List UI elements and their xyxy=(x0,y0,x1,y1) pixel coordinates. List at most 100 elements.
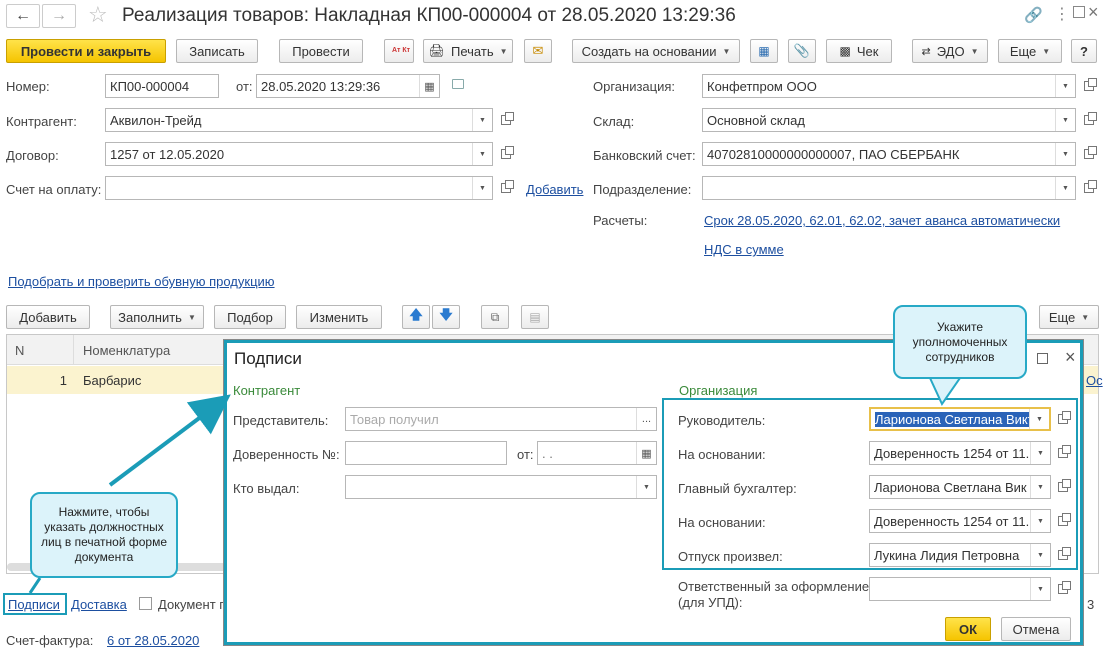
delivery-link[interactable]: Доставка xyxy=(71,597,127,612)
chevron-down-icon[interactable]: ▼ xyxy=(472,177,492,199)
poa-date-field[interactable]: . . ▦ xyxy=(537,441,657,465)
basis1-field[interactable]: Доверенность 1254 от 11. ▼ xyxy=(869,441,1051,465)
check-button[interactable]: ▩ Чек xyxy=(826,39,892,63)
paste-button[interactable]: ▤ xyxy=(521,305,549,329)
back-button[interactable]: ← xyxy=(6,4,40,28)
chevron-down-icon[interactable]: ▼ xyxy=(472,143,492,165)
arrow-up-icon: 🡅 xyxy=(409,307,423,322)
open-contract-icon[interactable] xyxy=(496,142,516,166)
comment-icon[interactable] xyxy=(452,79,464,89)
chevron-down-icon[interactable]: ▼ xyxy=(1055,109,1075,131)
table-change-button[interactable]: Изменить xyxy=(296,305,382,329)
table-select-button[interactable]: Подбор xyxy=(214,305,286,329)
column-header-n[interactable]: N xyxy=(15,343,24,358)
edo-button[interactable]: ⇄ ЭДО ▼ xyxy=(912,39,988,63)
document-checkbox[interactable] xyxy=(139,597,152,610)
structure-button[interactable]: ▦ xyxy=(750,39,778,63)
favorite-star-icon[interactable]: ☆ xyxy=(88,2,108,28)
open-head-icon[interactable] xyxy=(1053,407,1073,431)
chevron-down-icon[interactable]: ▼ xyxy=(1055,177,1075,199)
chevron-down-icon[interactable]: ▼ xyxy=(1055,143,1075,165)
settlements-link[interactable]: Срок 28.05.2020, 62.01, 62.02, зачет ава… xyxy=(704,213,1060,228)
open-division-icon[interactable] xyxy=(1079,176,1099,200)
forward-button[interactable]: → xyxy=(42,4,76,28)
head-field[interactable]: Ларионова Светлана Викт ▼ xyxy=(869,407,1051,431)
vat-link[interactable]: НДС в сумме xyxy=(704,242,784,257)
chief-accountant-field[interactable]: Ларионова Светлана Вик ▼ xyxy=(869,475,1051,499)
chevron-down-icon[interactable]: ▼ xyxy=(1030,442,1050,464)
print-button[interactable]: 🖨 Печать ▼ xyxy=(423,39,513,63)
table-add-button[interactable]: Добавить xyxy=(6,305,90,329)
counterparty-section-title: Контрагент xyxy=(233,383,301,398)
dialog-close-icon[interactable]: × xyxy=(1065,347,1076,368)
calendar-icon[interactable]: ▦ xyxy=(636,442,656,464)
counterparty-field[interactable]: Аквилон-Трейд ▼ xyxy=(105,108,493,132)
attach-button[interactable]: 📎 xyxy=(788,39,816,63)
division-field[interactable]: ▼ xyxy=(702,176,1076,200)
table-more-button[interactable]: Еще ▼ xyxy=(1039,305,1099,329)
responsible-field[interactable]: ▼ xyxy=(869,577,1051,601)
date-field[interactable]: 28.05.2020 13:29:36 ▦ xyxy=(256,74,440,98)
open-org-icon[interactable] xyxy=(1079,74,1099,98)
help-button[interactable]: ? xyxy=(1071,39,1097,63)
maximize-icon[interactable] xyxy=(1073,6,1085,18)
bank-field[interactable]: 40702810000000000007, ПАО СБЕРБАНК ▼ xyxy=(702,142,1076,166)
open-warehouse-icon[interactable] xyxy=(1079,108,1099,132)
open-released-by-icon[interactable] xyxy=(1053,543,1073,567)
number-field[interactable]: КП00-000004 xyxy=(105,74,219,98)
dtkt-button[interactable]: Ат Кт xyxy=(384,39,414,63)
close-icon[interactable]: × xyxy=(1088,2,1099,23)
contract-field[interactable]: 1257 от 12.05.2020 ▼ xyxy=(105,142,493,166)
released-by-field[interactable]: Лукина Лидия Петровна ▼ xyxy=(869,543,1051,567)
column-header-item[interactable]: Номенклатура xyxy=(83,343,170,358)
create-based-on-button[interactable]: Создать на основании ▼ xyxy=(572,39,740,63)
shoes-link[interactable]: Подобрать и проверить обувную продукцию xyxy=(8,274,275,289)
chevron-down-icon[interactable]: ▼ xyxy=(1030,476,1050,498)
open-responsible-icon[interactable] xyxy=(1053,577,1073,601)
representative-field[interactable]: Товар получил ... xyxy=(345,407,657,431)
chevron-down-icon[interactable]: ▼ xyxy=(636,476,656,498)
chevron-down-icon[interactable]: ▼ xyxy=(1030,510,1050,532)
dialog-maximize-icon[interactable] xyxy=(1037,353,1048,364)
save-button[interactable]: Записать xyxy=(176,39,258,63)
more-button[interactable]: Еще ▼ xyxy=(998,39,1062,63)
calendar-icon[interactable]: ▦ xyxy=(419,75,439,97)
chevron-down-icon[interactable]: ▼ xyxy=(1029,409,1049,429)
email-button[interactable]: ✉ xyxy=(524,39,552,63)
post-button[interactable]: Провести xyxy=(279,39,363,63)
open-bank-icon[interactable] xyxy=(1079,142,1099,166)
signatures-link[interactable]: Подписи xyxy=(8,597,60,612)
chevron-down-icon[interactable]: ▼ xyxy=(1055,75,1075,97)
table-fill-button[interactable]: Заполнить ▼ xyxy=(110,305,204,329)
ellipsis-icon[interactable]: ... xyxy=(636,408,656,430)
warehouse-field[interactable]: Основной склад ▼ xyxy=(702,108,1076,132)
cancel-button[interactable]: Отмена xyxy=(1001,617,1071,641)
post-and-close-button[interactable]: Провести и закрыть xyxy=(6,39,166,63)
invoice-field[interactable]: ▼ xyxy=(105,176,493,200)
chevron-down-icon[interactable]: ▼ xyxy=(1030,544,1050,566)
add-invoice-link[interactable]: Добавить xyxy=(526,182,583,197)
chevron-down-icon: ▼ xyxy=(722,46,731,56)
open-invoice-icon[interactable] xyxy=(496,176,516,200)
org-field[interactable]: Конфетпром ООО ▼ xyxy=(702,74,1076,98)
copy-button[interactable]: ⧉ xyxy=(481,305,509,329)
responsible-label-line1: Ответственный за оформление xyxy=(678,579,870,594)
row-number: 1 xyxy=(59,373,67,388)
poa-field[interactable] xyxy=(345,441,507,465)
basis2-field[interactable]: Доверенность 1254 от 11. ▼ xyxy=(869,509,1051,533)
open-basis1-icon[interactable] xyxy=(1053,441,1073,465)
tax-invoice-link[interactable]: 6 от 28.05.2020 xyxy=(107,633,199,648)
open-basis2-icon[interactable] xyxy=(1053,509,1073,533)
move-down-button[interactable]: 🡇 xyxy=(432,305,460,329)
chevron-down-icon: ▼ xyxy=(499,46,508,56)
open-counterparty-icon[interactable] xyxy=(496,108,516,132)
open-chief-accountant-icon[interactable] xyxy=(1053,475,1073,499)
move-up-button[interactable]: 🡅 xyxy=(402,305,430,329)
issued-by-field[interactable]: ▼ xyxy=(345,475,657,499)
menu-dots-icon[interactable]: ⋮ xyxy=(1054,4,1070,24)
link-icon[interactable]: 🔗 xyxy=(1024,6,1043,24)
chevron-down-icon[interactable]: ▼ xyxy=(1030,578,1050,600)
chevron-down-icon[interactable]: ▼ xyxy=(472,109,492,131)
more-label: Еще xyxy=(1009,43,1037,59)
ok-button[interactable]: ОК xyxy=(945,617,991,641)
